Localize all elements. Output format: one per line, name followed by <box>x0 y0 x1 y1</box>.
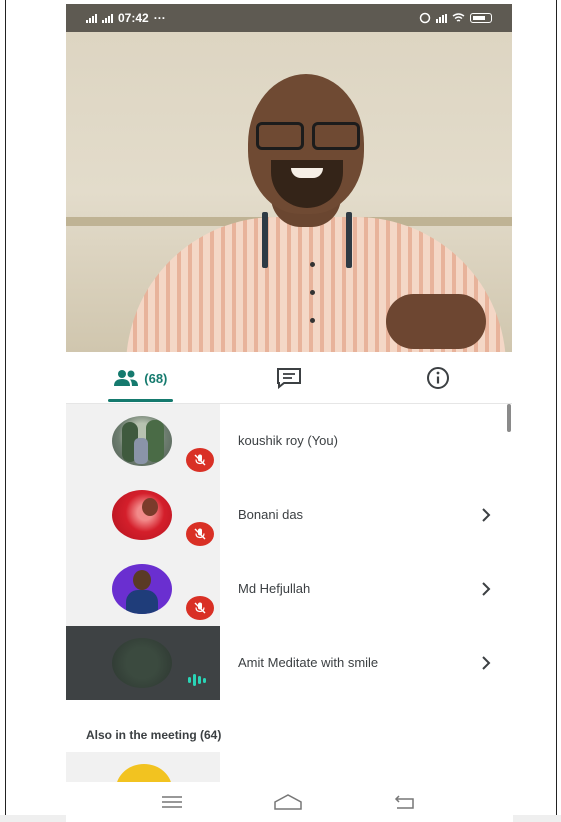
chevron-right-icon[interactable] <box>476 579 496 599</box>
avatar-column <box>66 478 220 552</box>
chevron-right-icon[interactable] <box>476 653 496 673</box>
people-count: (68) <box>144 370 168 386</box>
frame-bottom-right <box>513 815 561 822</box>
avatar <box>116 764 172 782</box>
glasses-left <box>256 122 304 150</box>
mic-off-icon <box>194 528 206 540</box>
mic-muted-badge <box>186 522 214 546</box>
info-icon <box>426 367 449 389</box>
cellular-icon <box>436 13 447 23</box>
participant-name: Bonani das <box>238 507 304 522</box>
speaker-smile <box>291 168 323 178</box>
speaking-indicator-icon <box>188 674 206 686</box>
participant-list: koushik roy (You) Bonani das Md Hefjulla… <box>66 404 512 700</box>
status-bar: 07:42 ··· <box>66 4 512 32</box>
menu-icon[interactable] <box>161 795 183 809</box>
battery-icon <box>470 13 492 23</box>
signal-icon <box>86 13 97 23</box>
participant-name: Md Hefjullah <box>238 581 311 596</box>
shirt-button <box>310 290 315 295</box>
avatar <box>112 638 172 688</box>
frame-bottom-left <box>0 815 68 822</box>
speaker-hand <box>386 294 486 349</box>
tab-people[interactable]: (68) <box>66 352 215 404</box>
shirt-button <box>310 318 315 323</box>
tab-info[interactable] <box>363 352 512 404</box>
phone-screen: 07:42 ··· (68) koushik roy (You) Bonani … <box>66 0 512 822</box>
frame-border-left <box>5 0 6 822</box>
frame-border-right <box>556 0 557 822</box>
avatar-column <box>66 552 220 626</box>
mic-muted-badge <box>186 448 214 472</box>
mic-off-icon <box>194 602 206 614</box>
chevron-right-icon[interactable] <box>476 505 496 525</box>
status-time: 07:42 <box>118 11 149 25</box>
participant-row-peek[interactable] <box>66 752 220 782</box>
participant-row: koushik roy (You) <box>66 404 512 478</box>
home-icon[interactable] <box>273 793 303 811</box>
shirt-button <box>310 262 315 267</box>
mic-off-icon <box>194 454 206 466</box>
glasses-right <box>312 122 360 150</box>
chat-icon <box>277 368 301 389</box>
participant-row[interactable]: Amit Meditate with smile <box>66 626 512 700</box>
meeting-tabs: (68) <box>66 352 512 404</box>
mic-muted-badge <box>186 596 214 620</box>
scrollbar-thumb[interactable] <box>507 404 511 432</box>
people-icon <box>114 370 139 386</box>
also-in-meeting-heading: Also in the meeting (64) <box>86 728 222 742</box>
avatar-column <box>66 404 220 478</box>
back-icon[interactable] <box>393 794 417 810</box>
participant-row[interactable]: Bonani das <box>66 478 512 552</box>
main-video-feed[interactable] <box>66 32 512 352</box>
system-nav-bar <box>66 782 512 822</box>
alarm-icon <box>419 12 431 24</box>
lanyard-left <box>262 212 268 268</box>
lanyard-right <box>346 212 352 268</box>
status-overflow: ··· <box>153 11 166 25</box>
avatar <box>112 490 172 540</box>
avatar <box>112 416 172 466</box>
avatar-column <box>66 626 220 700</box>
participant-name: Amit Meditate with smile <box>238 655 379 670</box>
participant-row[interactable]: Md Hefjullah <box>66 552 512 626</box>
avatar <box>112 564 172 614</box>
tab-chat[interactable] <box>215 352 364 404</box>
signal-icon-2 <box>102 13 113 23</box>
participant-name: koushik roy (You) <box>238 433 338 448</box>
wifi-icon <box>452 13 465 22</box>
